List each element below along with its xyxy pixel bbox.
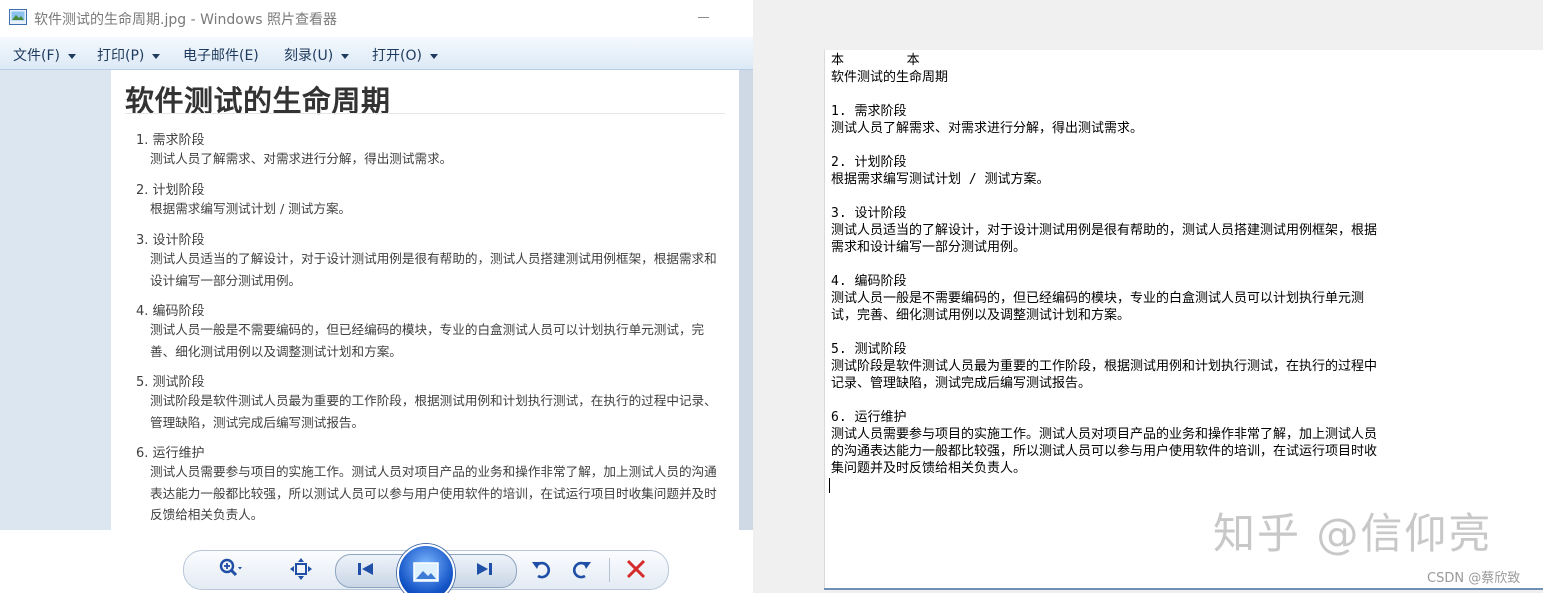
- fit-window-icon: [290, 558, 312, 580]
- delete-icon: [626, 559, 646, 579]
- slideshow-button[interactable]: [397, 544, 455, 593]
- menu-email-label: 电子邮件(E): [183, 48, 259, 64]
- section-6-heading: 6. 运行维护: [136, 446, 205, 461]
- previous-icon: [358, 563, 373, 575]
- zoom-button[interactable]: [217, 556, 243, 582]
- rotate-right-icon: [572, 561, 591, 579]
- section-3-body: 测试人员适当的了解设计，对于设计测试用例是很有帮助的，测试人员搭建测试用例框架，…: [150, 251, 717, 288]
- section-5-body: 测试阶段是软件测试人员最为重要的工作阶段，根据测试用例和计划执行测试，在执行的过…: [150, 393, 717, 430]
- csdn-credit: CSDN @蔡欣致: [1427, 571, 1521, 586]
- menu-file-label: 文件(F): [13, 48, 60, 64]
- menu-file[interactable]: 文件(F): [13, 45, 76, 65]
- fit-to-window-button[interactable]: [288, 556, 314, 582]
- section-5-heading: 5. 测试阶段: [136, 375, 205, 390]
- chevron-down-icon: [429, 53, 438, 59]
- chevron-down-icon: [67, 53, 76, 59]
- section-4-heading: 4. 编码阶段: [136, 304, 205, 319]
- photo-viewer-window: 软件测试的生命周期.jpg - Windows 照片查看器 文件(F) 打印(P…: [0, 0, 753, 593]
- section-6-body: 测试人员需要参与项目的实施工作。测试人员对项目产品的业务和操作非常了解，加上测试…: [150, 464, 717, 522]
- menu-print[interactable]: 打印(P): [97, 45, 161, 65]
- menu-email[interactable]: 电子邮件(E): [183, 45, 259, 65]
- photo-viewer-app-icon: [9, 9, 27, 25]
- viewer-control-bar: [0, 530, 753, 593]
- next-button[interactable]: [471, 556, 497, 582]
- magnifier-icon: [219, 558, 242, 577]
- control-separator: [609, 558, 610, 582]
- heading-divider: [125, 113, 725, 114]
- delete-button[interactable]: [623, 556, 649, 582]
- editor-bottom-border: [824, 588, 1543, 590]
- rotate-clockwise-button[interactable]: [568, 556, 594, 582]
- menu-open-label: 打开(O): [372, 48, 422, 64]
- window-title: 软件测试的生命周期.jpg - Windows 照片查看器: [34, 12, 338, 28]
- section-2-body: 根据需求编写测试计划 / 测试方案。: [150, 201, 352, 216]
- zhihu-watermark: 知乎 @信仰亮: [1213, 509, 1493, 558]
- rotate-left-icon: [532, 561, 551, 579]
- minimize-button[interactable]: [692, 6, 716, 28]
- next-icon: [477, 563, 492, 575]
- menu-open[interactable]: 打开(O): [372, 45, 438, 65]
- viewer-side-strip: [739, 70, 753, 530]
- menu-bar: 文件(F) 打印(P) 电子邮件(E) 刻录(U) 打开(O): [0, 37, 753, 70]
- section-1-body: 测试人员了解需求、对需求进行分解，得出测试需求。: [150, 151, 453, 166]
- chevron-down-icon: [341, 53, 350, 59]
- rotate-counterclockwise-button[interactable]: [529, 556, 555, 582]
- section-2-heading: 2. 计划阶段: [136, 183, 205, 198]
- menu-print-label: 打印(P): [97, 48, 145, 64]
- editor-content[interactable]: 本 本 软件测试的生命周期 1. 需求阶段 测试人员了解需求、对需求进行分解，得…: [831, 52, 1531, 477]
- section-3-heading: 3. 设计阶段: [136, 233, 205, 248]
- editor-top-area: [753, 0, 1543, 50]
- menu-burn-label: 刻录(U): [284, 48, 334, 64]
- text-cursor: [829, 478, 830, 493]
- previous-button[interactable]: [353, 556, 379, 582]
- menu-burn[interactable]: 刻录(U): [284, 45, 350, 65]
- displayed-image[interactable]: 软件测试的生命周期 1. 需求阶段 测试人员了解需求、对需求进行分解，得出测试需…: [111, 70, 739, 530]
- section-4-body: 测试人员一般是不需要编码的，但已经编码的模块，专业的白盒测试人员可以计划执行单元…: [150, 322, 705, 359]
- title-bar[interactable]: 软件测试的生命周期.jpg - Windows 照片查看器: [0, 0, 753, 36]
- section-1-heading: 1. 需求阶段: [136, 133, 205, 148]
- slideshow-icon: [413, 562, 439, 582]
- chevron-down-icon: [152, 53, 161, 59]
